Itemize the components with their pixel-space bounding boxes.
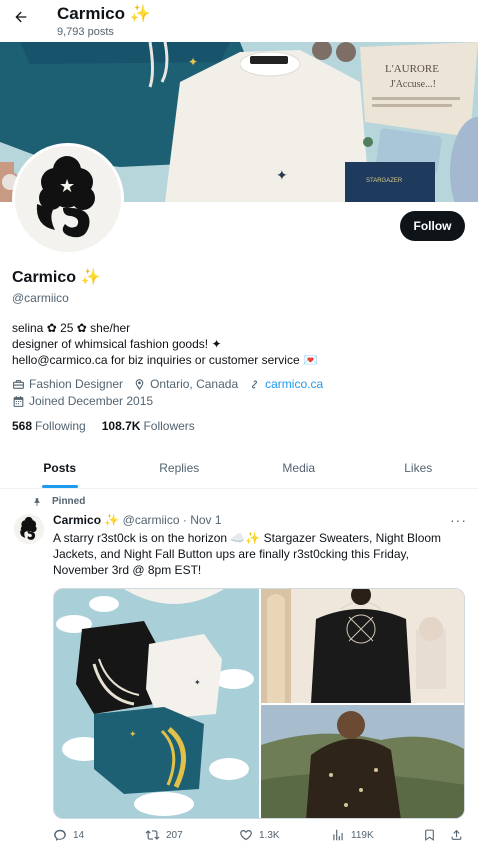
- svg-text:✦: ✦: [188, 55, 198, 69]
- tab-label: Likes: [404, 461, 433, 475]
- svg-text:✦: ✦: [276, 167, 288, 183]
- tab-posts[interactable]: Posts: [0, 448, 120, 488]
- calendar-icon: [13, 395, 24, 407]
- pin-icon: [34, 497, 40, 506]
- profile-bio: selina ✿ 25 ✿ she/her designer of whimsi…: [12, 320, 472, 368]
- top-bar: Carmico ✨ 9,793 posts: [0, 0, 478, 42]
- category-label: Fashion Designer: [29, 377, 124, 391]
- repost-button[interactable]: 207: [145, 828, 183, 842]
- svg-text:✦: ✦: [129, 729, 137, 739]
- svg-text:STARGAZER: STARGAZER: [366, 178, 403, 184]
- profile-handle: @carmiico: [12, 291, 69, 305]
- post-actions: 14 207 1.3K 119K: [53, 828, 471, 846]
- post-text-line: November 3rd @ 8pm EST!: [53, 563, 202, 577]
- followers-count: 108.7K: [101, 419, 141, 433]
- like-button[interactable]: 1.3K: [239, 828, 280, 842]
- post-header: Carmico ✨ @carmiico · Nov 1: [53, 513, 222, 527]
- post-author-name[interactable]: Carmico ✨: [53, 513, 119, 527]
- post-text-line: Jackets, and Night Fall Button ups are f…: [53, 547, 409, 561]
- tab-label: Replies: [159, 461, 200, 475]
- svg-text:L'AURORE: L'AURORE: [385, 63, 439, 75]
- tab-replies[interactable]: Replies: [120, 448, 240, 488]
- tab-media[interactable]: Media: [239, 448, 359, 488]
- joined-label: Joined December 2015: [29, 394, 154, 408]
- share-button[interactable]: [450, 828, 469, 842]
- repost-icon: [145, 830, 160, 840]
- views-button[interactable]: 119K: [331, 828, 374, 842]
- follow-button[interactable]: Follow: [400, 211, 465, 241]
- following-count: 568: [12, 419, 33, 433]
- like-icon: [240, 830, 252, 841]
- profile-name: Carmico ✨: [12, 269, 101, 286]
- back-button[interactable]: [10, 6, 32, 28]
- followers-link[interactable]: 108.7K Followers: [102, 419, 195, 433]
- location-pin-icon: [135, 378, 144, 390]
- category-item: Fashion Designer: [12, 376, 123, 392]
- views-count: 119K: [351, 829, 374, 841]
- svg-text:★: ★: [59, 176, 75, 196]
- post-text: A starry r3st0ck is on the horizon ☁️✨ S…: [53, 530, 471, 578]
- link-icon: [252, 379, 258, 389]
- svg-text:J'Accuse...!: J'Accuse...!: [390, 79, 436, 90]
- profile-tabs: Posts Replies Media Likes: [0, 448, 478, 489]
- pinned-label: Pinned: [52, 496, 86, 507]
- post-author-avatar[interactable]: [14, 514, 44, 544]
- tab-likes[interactable]: Likes: [359, 448, 478, 488]
- header-title: Carmico ✨: [57, 4, 151, 23]
- back-arrow-icon: [15, 11, 27, 23]
- views-icon: [333, 829, 343, 841]
- bookmark-icon: [425, 829, 434, 841]
- reply-icon: [54, 829, 66, 841]
- media-image-button-up[interactable]: [261, 705, 464, 818]
- media-image-sweaters[interactable]: ✦ ✦: [54, 589, 259, 818]
- briefcase-icon: [13, 379, 24, 389]
- location-label: Ontario, Canada: [150, 377, 239, 391]
- share-icon: [451, 829, 462, 840]
- post-media-grid: ✦ ✦: [53, 588, 465, 819]
- post-date[interactable]: Nov 1: [190, 513, 221, 527]
- pinned-indicator: Pinned: [32, 496, 85, 507]
- reply-count: 14: [73, 829, 85, 841]
- tab-label: Media: [282, 461, 316, 475]
- profile-avatar[interactable]: ★: [12, 143, 124, 255]
- bio-line: selina ✿ 25 ✿ she/her: [12, 321, 131, 335]
- more-button[interactable]: ···: [450, 512, 467, 528]
- joined-item: Joined December 2015: [12, 393, 153, 409]
- website-item[interactable]: carmico.ca: [248, 376, 323, 392]
- following-label: Following: [35, 419, 86, 433]
- bio-line: hello@carmico.ca for biz inquiries or cu…: [12, 353, 318, 367]
- tab-label: Posts: [43, 461, 77, 475]
- post-count: 9,793 posts: [57, 26, 114, 38]
- svg-text:✦: ✦: [194, 678, 201, 687]
- post-author-handle[interactable]: @carmiico: [123, 513, 180, 527]
- post-separator: ·: [182, 513, 187, 527]
- follow-stats: 568 Following 108.7K Followers: [12, 419, 211, 433]
- bookmark-button[interactable]: [423, 828, 442, 842]
- profile-meta: Fashion Designer Ontario, Canada carmico…: [12, 376, 472, 410]
- reply-button[interactable]: 14: [53, 828, 84, 842]
- bio-line: designer of whimsical fashion goods! ✦: [12, 337, 222, 351]
- active-tab-indicator: [41, 485, 78, 488]
- post-text-line: A starry r3st0ck is on the horizon ☁️✨ S…: [53, 531, 442, 545]
- following-link[interactable]: 568 Following: [12, 419, 86, 433]
- website-link[interactable]: carmico.ca: [265, 376, 323, 392]
- more-icon: ···: [450, 512, 467, 528]
- followers-label: Followers: [143, 419, 195, 433]
- repost-count: 207: [166, 829, 183, 841]
- location-item: Ontario, Canada: [133, 376, 238, 392]
- media-image-jacket[interactable]: [261, 589, 464, 703]
- like-count: 1.3K: [259, 829, 280, 841]
